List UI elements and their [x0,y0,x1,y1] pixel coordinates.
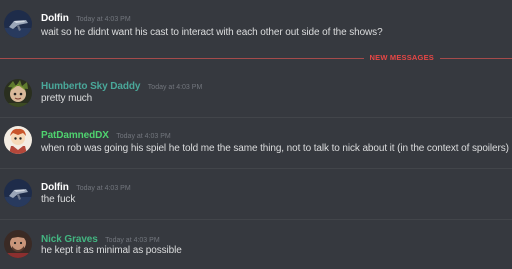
timestamp: Today at 4:03 PM [76,16,131,23]
timestamp: Today at 4:03 PM [147,84,203,91]
nick-avatar-icon [4,230,32,258]
message-separator [0,117,512,118]
message-separator [0,168,512,169]
timestamp: Today at 4:03 PM [116,133,171,140]
humberto-avatar-icon [4,79,32,107]
message-header: Humberto Sky Daddy Today at 4:03 PM [41,79,202,94]
dolfin-avatar-icon [4,179,32,207]
dolfin-avatar-icon [4,10,32,38]
message-header: Dolfin Today at 4:03 PM [41,180,131,195]
author-name[interactable]: Dolfin [41,182,69,193]
author-name[interactable]: Dolfin [41,13,69,24]
message-text: pretty much [41,93,93,104]
message-text: the fuck [41,194,76,205]
message-header: Dolfin Today at 4:03 PM [41,11,131,26]
patdamned-avatar-icon [4,126,32,154]
avatar[interactable] [4,126,32,154]
author-name[interactable]: PatDamnedDX [41,130,109,141]
message-separator [0,219,512,220]
avatar[interactable] [4,79,32,107]
timestamp: Today at 4:03 PM [105,237,160,244]
message-header: PatDamnedDX Today at 4:03 PM [41,128,171,143]
new-messages-label: NEW MESSAGES [363,52,440,64]
chat-messages: Dolfin Today at 4:03 PM wait so he didnt… [0,0,512,269]
author-name[interactable]: Nick Graves [41,234,98,245]
avatar[interactable] [4,230,32,258]
message-text: wait so he didnt want his cast to intera… [41,27,383,38]
message-text: he kept it as minimal as possible [41,245,182,256]
timestamp: Today at 4:03 PM [76,185,131,192]
author-name[interactable]: Humberto Sky Daddy [41,81,140,92]
message-text: when rob was going his spiel he told me … [41,143,509,154]
avatar[interactable] [4,10,32,38]
new-messages-divider: NEW MESSAGES [0,52,512,64]
avatar[interactable] [4,179,32,207]
